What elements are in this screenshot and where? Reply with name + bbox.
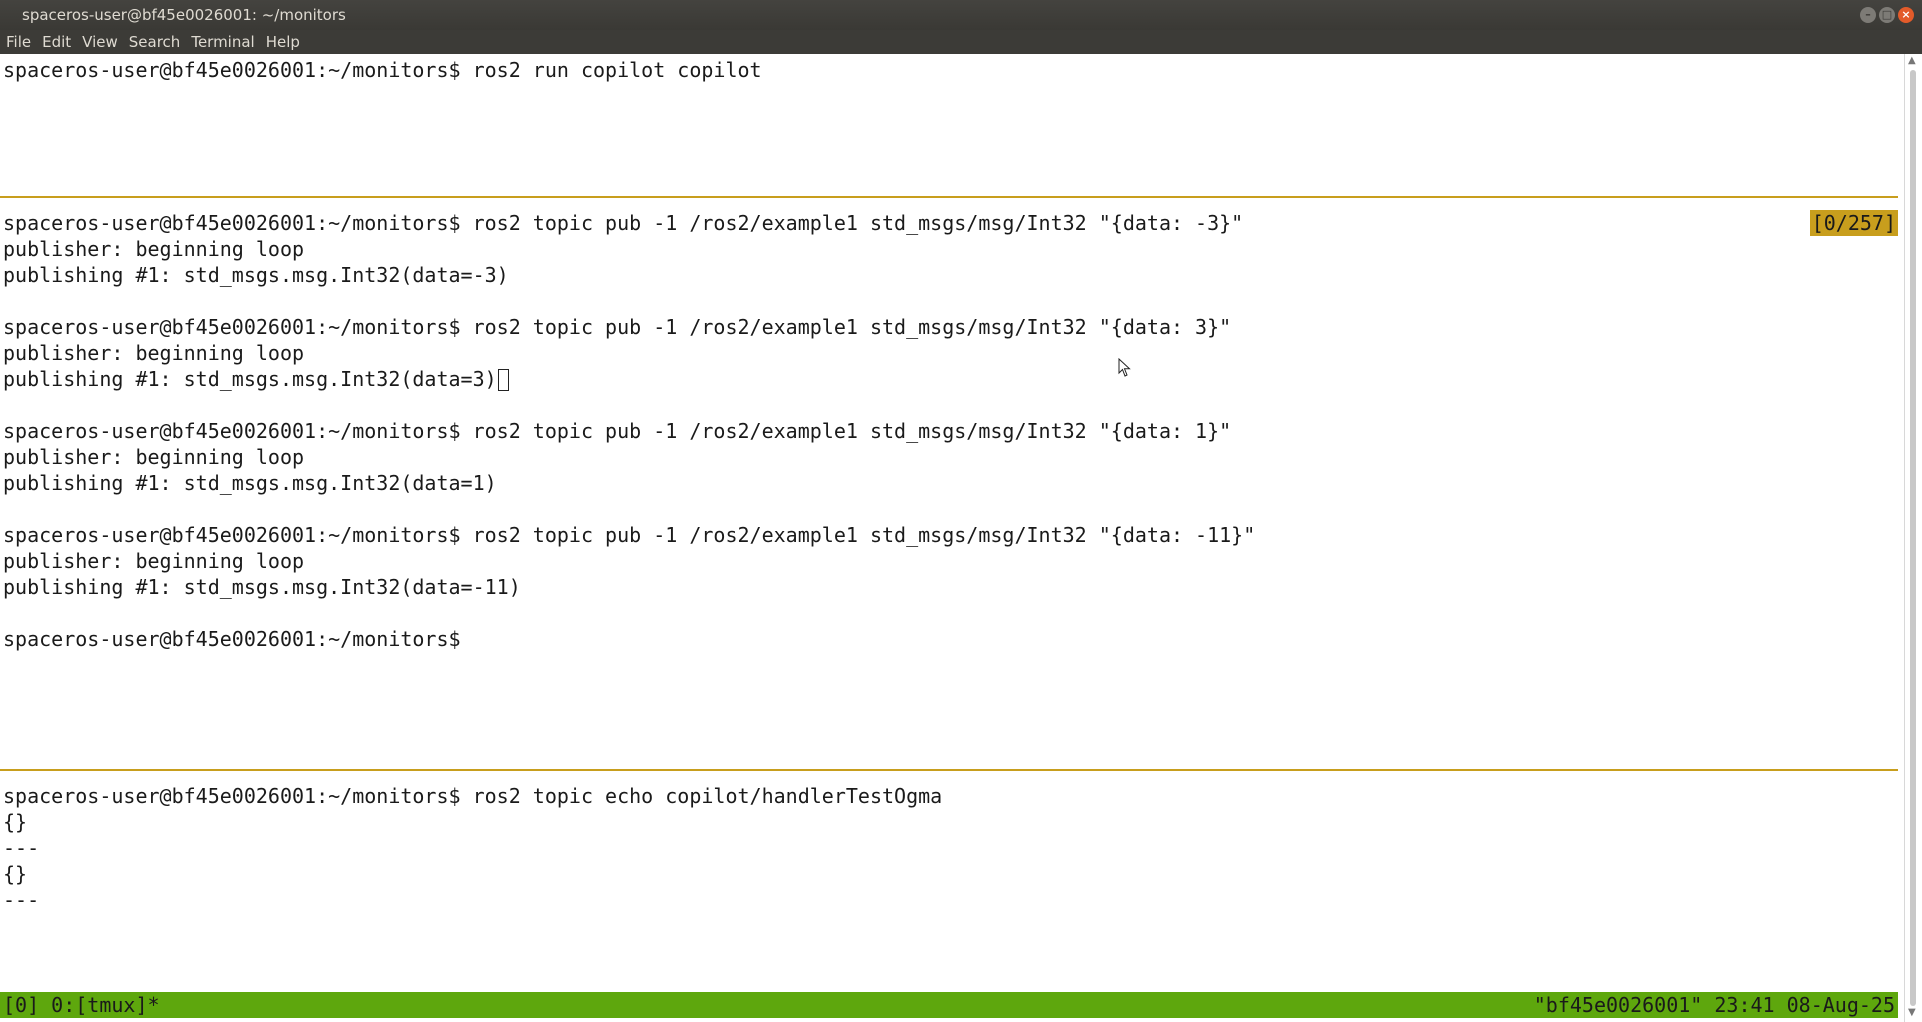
terminal-line: publishing #1: std_msgs.msg.Int32(data=-… [3,263,509,287]
terminal-line: spaceros-user@bf45e0026001:~/monitors$ [3,627,461,651]
terminal-line-with-cursor: publishing #1: std_msgs.msg.Int32(data=3… [3,366,509,392]
terminal-line: publisher: beginning loop [3,549,305,573]
terminal-line: --- [3,888,40,912]
menu-view[interactable]: View [82,30,118,54]
terminal-line: spaceros-user@bf45e0026001:~/monitors$ r… [3,58,762,82]
tmux-pane-bottom[interactable]: spaceros-user@bf45e0026001:~/monitors$ r… [0,771,1898,991]
terminal-line: spaceros-user@bf45e0026001:~/monitors$ r… [3,419,1232,443]
terminal-line: publishing #1: std_msgs.msg.Int32(data=1… [3,471,497,495]
tmux-host-clock: "bf45e0026001" 23:41 08-Aug-25 [1533,993,1895,1017]
terminal-line: {} [3,810,28,834]
scroll-down-icon[interactable]: ▼ [1908,1008,1918,1018]
terminal-line: spaceros-user@bf45e0026001:~/monitors$ r… [3,784,943,808]
text-cursor [497,369,509,391]
tmux-status-bar: [0] 0:[tmux]* "bf45e0026001" 23:41 08-Au… [0,992,1898,1018]
terminal-line: spaceros-user@bf45e0026001:~/monitors$ r… [3,315,1232,339]
terminal-line-text: publishing #1: std_msgs.msg.Int32(data=3… [3,367,497,391]
terminal-line: publisher: beginning loop [3,341,305,365]
scroll-position-indicator: [0/257] [1809,210,1898,236]
terminal-line: {} [3,862,28,886]
scroll-thumb[interactable] [1910,70,1916,1006]
window-titlebar[interactable]: spaceros-user@bf45e0026001: ~/monitors –… [0,0,1922,30]
terminal-area[interactable]: spaceros-user@bf45e0026001:~/monitors$ r… [0,54,1904,1022]
close-button[interactable]: × [1898,7,1914,23]
menu-file[interactable]: File [6,30,31,54]
tmux-pane-middle[interactable]: [0/257] spaceros-user@bf45e0026001:~/mon… [0,198,1898,823]
terminal-line: publishing #1: std_msgs.msg.Int32(data=-… [3,575,521,599]
scroll-up-icon[interactable]: ▲ [1908,56,1918,66]
maximize-button[interactable]: □ [1879,7,1895,23]
terminal-line: spaceros-user@bf45e0026001:~/monitors$ r… [3,211,1244,235]
mouse-pointer-icon [1118,358,1131,377]
tmux-pane-top[interactable]: spaceros-user@bf45e0026001:~/monitors$ r… [0,54,1898,195]
minimize-button[interactable]: – [1860,7,1876,23]
menu-bar: File Edit View Search Terminal Help [0,30,1922,54]
window-controls: – □ × [1860,7,1914,23]
menu-search[interactable]: Search [129,30,181,54]
menu-terminal[interactable]: Terminal [191,30,254,54]
menu-help[interactable]: Help [266,30,300,54]
menu-edit[interactable]: Edit [42,30,71,54]
terminal-line: --- [3,836,40,860]
terminal-line: publisher: beginning loop [3,237,305,261]
terminal-scrollbar[interactable]: ▲ ▼ [1904,54,1922,1022]
terminal-line: publisher: beginning loop [3,445,305,469]
terminal-line: spaceros-user@bf45e0026001:~/monitors$ r… [3,523,1256,547]
window-title: spaceros-user@bf45e0026001: ~/monitors [22,6,346,24]
tmux-window-list[interactable]: [0] 0:[tmux]* [3,992,160,1018]
